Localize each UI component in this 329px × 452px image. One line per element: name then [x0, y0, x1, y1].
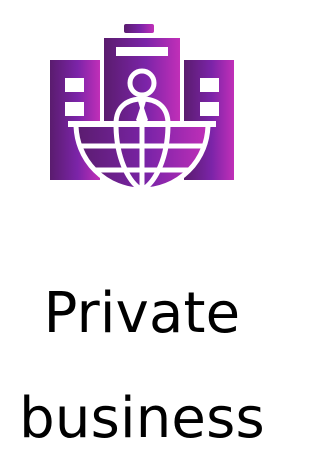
title-line-2: business [19, 386, 265, 451]
private-business-card: Private business [0, 0, 329, 452]
title-line-1: Private [43, 281, 241, 346]
business-globe-icon [50, 22, 234, 206]
